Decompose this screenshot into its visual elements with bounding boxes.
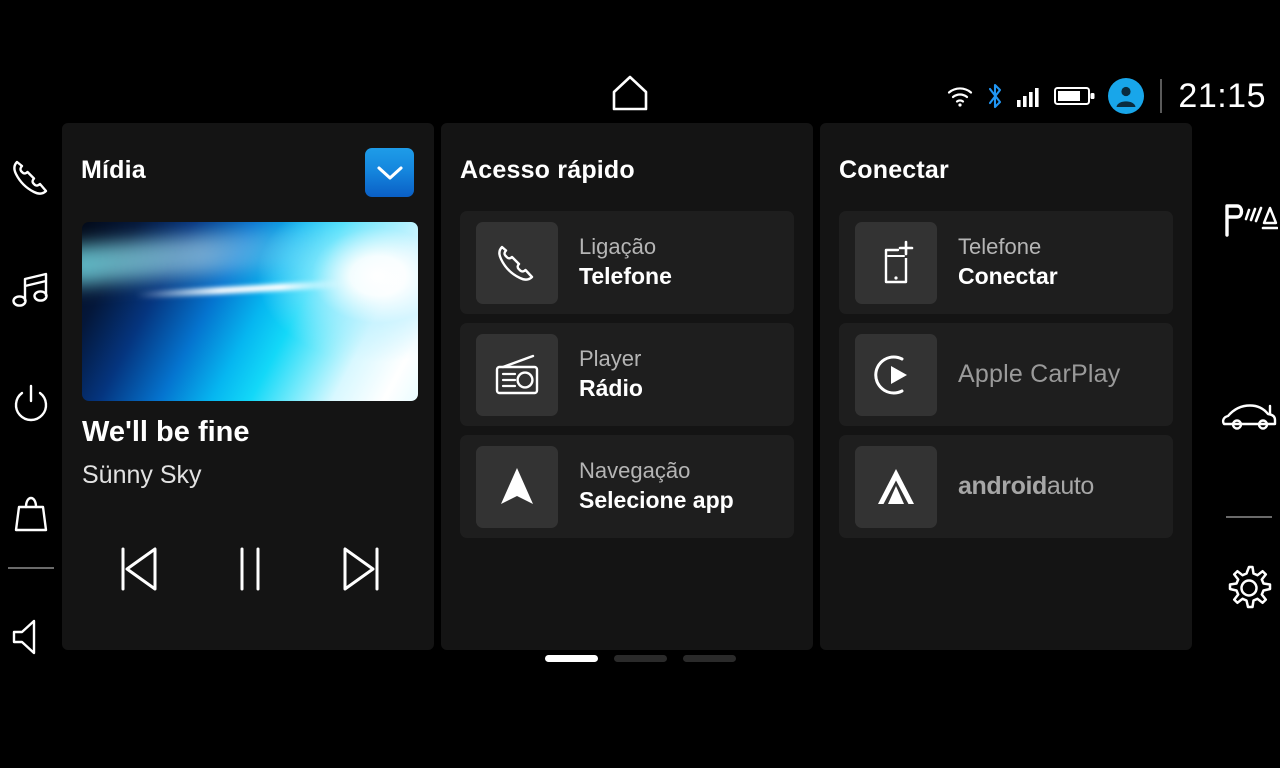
avatar[interactable] bbox=[1108, 78, 1145, 114]
sidebar-item-phone[interactable] bbox=[0, 120, 62, 234]
connect-row-phone[interactable]: Telefone Conectar bbox=[839, 211, 1173, 314]
quick-access-row-navigation[interactable]: Navegação Selecione app bbox=[460, 435, 794, 538]
quick-access-row-phone[interactable]: Ligação Telefone bbox=[460, 211, 794, 314]
page-dot-1[interactable] bbox=[544, 655, 598, 662]
volume-mute-icon bbox=[12, 619, 36, 654]
phone-handset-icon-tile bbox=[476, 221, 558, 304]
battery-icon bbox=[1054, 85, 1096, 107]
apple-carplay-icon bbox=[874, 355, 907, 394]
quick-access-card: Acesso rápido Ligação Telefone Player Rá… bbox=[441, 123, 813, 650]
apple-carplay-icon-tile bbox=[855, 333, 937, 416]
chevron-down-icon bbox=[376, 165, 403, 180]
phone-add-icon-tile bbox=[855, 221, 937, 304]
transport-controls bbox=[82, 538, 418, 600]
radio-icon bbox=[495, 354, 539, 394]
sidebar-item-park-assist[interactable] bbox=[1218, 120, 1280, 320]
album-art-streak bbox=[135, 280, 345, 300]
row-brand: androidauto bbox=[958, 472, 1094, 501]
row-label: Telefone bbox=[958, 233, 1042, 259]
skip-previous-icon bbox=[121, 547, 157, 591]
connect-row-carplay[interactable]: Apple CarPlay bbox=[839, 323, 1173, 426]
media-card: Mídia We'll be fine Sünny Sky bbox=[62, 123, 434, 650]
row-value: Selecione app bbox=[579, 487, 734, 514]
right-sidebar bbox=[1218, 120, 1280, 680]
page-dot-3[interactable] bbox=[682, 655, 736, 662]
sidebar-divider-right bbox=[1226, 516, 1272, 518]
pause-icon bbox=[240, 547, 260, 591]
media-card-title: Mídia bbox=[81, 156, 146, 184]
status-divider bbox=[1160, 79, 1163, 113]
album-art bbox=[82, 222, 418, 401]
sidebar-item-volume[interactable] bbox=[0, 591, 62, 680]
music-icon bbox=[12, 272, 48, 307]
android-auto-icon bbox=[878, 468, 914, 504]
phone-handset-icon bbox=[498, 245, 534, 281]
next-track-button[interactable] bbox=[327, 538, 397, 600]
sidebar-item-apps[interactable] bbox=[0, 461, 62, 567]
settings-gear-icon bbox=[1228, 565, 1272, 609]
row-brand: Apple CarPlay bbox=[958, 360, 1121, 388]
navigation-arrow-icon-tile bbox=[476, 445, 558, 528]
connect-card: Conectar Telefone Conectar Apple CarPlay… bbox=[820, 123, 1192, 650]
row-value: Conectar bbox=[958, 263, 1058, 290]
android-auto-icon-tile bbox=[855, 445, 937, 528]
park-assist-icon bbox=[1225, 204, 1278, 237]
row-label: Ligação bbox=[579, 233, 657, 259]
row-label: Navegação bbox=[579, 457, 691, 483]
status-bar: 21:15 bbox=[0, 0, 1280, 120]
wifi-icon bbox=[946, 84, 974, 108]
user-icon bbox=[1116, 86, 1136, 107]
android-auto-bold: android bbox=[958, 472, 1047, 500]
skip-next-icon bbox=[343, 547, 379, 591]
previous-track-button[interactable] bbox=[103, 538, 173, 600]
home-button[interactable] bbox=[606, 70, 654, 116]
sidebar-item-vehicle[interactable] bbox=[1218, 320, 1280, 516]
android-auto-thin: auto bbox=[1046, 472, 1094, 500]
clock: 21:15 bbox=[1178, 76, 1266, 115]
left-sidebar bbox=[0, 120, 62, 680]
car-icon bbox=[1221, 404, 1277, 430]
sidebar-item-music[interactable] bbox=[0, 234, 62, 348]
bluetooth-icon bbox=[986, 82, 1004, 110]
sidebar-item-settings[interactable] bbox=[1218, 540, 1280, 636]
signal-icon bbox=[1016, 84, 1042, 108]
sidebar-divider bbox=[8, 567, 54, 570]
connect-row-android-auto[interactable]: androidauto bbox=[839, 435, 1173, 538]
phone-add-icon bbox=[884, 240, 914, 283]
track-artist: Sünny Sky bbox=[82, 461, 202, 489]
album-art-haze bbox=[82, 225, 319, 287]
radio-icon-tile bbox=[476, 333, 558, 416]
row-value: Telefone bbox=[579, 263, 672, 290]
infotainment-home-screen: 21:15 Mídia We'll be fine Sünny Sky Aces… bbox=[0, 0, 1280, 768]
track-title: We'll be fine bbox=[82, 416, 250, 448]
media-expand-button[interactable] bbox=[365, 148, 414, 197]
row-label: Player bbox=[579, 345, 642, 371]
sidebar-item-power[interactable] bbox=[0, 348, 62, 462]
status-indicators: 21:15 bbox=[946, 74, 1266, 118]
connect-card-title: Conectar bbox=[839, 156, 949, 184]
home-icon bbox=[612, 75, 648, 111]
quick-access-row-radio[interactable]: Player Rádio bbox=[460, 323, 794, 426]
bag-icon bbox=[14, 497, 48, 532]
row-value: Rádio bbox=[579, 375, 643, 402]
connect-rows: Telefone Conectar Apple CarPlay androida… bbox=[839, 211, 1173, 538]
quick-access-rows: Ligação Telefone Player Rádio Navegação … bbox=[460, 211, 794, 538]
page-indicator bbox=[0, 655, 1280, 662]
quick-access-card-title: Acesso rápido bbox=[460, 156, 635, 184]
phone-icon bbox=[13, 160, 48, 195]
page-dot-2[interactable] bbox=[613, 655, 667, 662]
cards-container: Mídia We'll be fine Sünny Sky Acesso ráp… bbox=[62, 123, 1196, 650]
navigation-arrow-icon bbox=[501, 467, 533, 504]
power-icon bbox=[14, 385, 48, 422]
play-pause-button[interactable] bbox=[215, 538, 285, 600]
